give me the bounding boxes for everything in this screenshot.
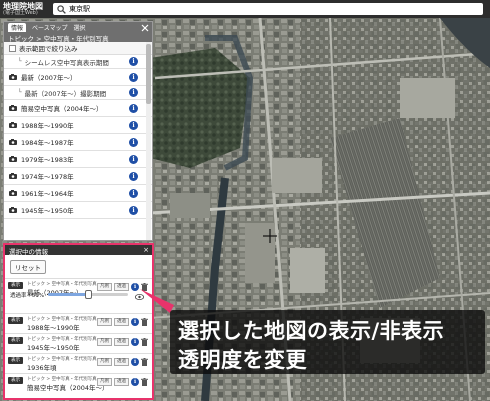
info-icon[interactable]: i [129, 137, 138, 147]
callout-pointer [140, 289, 174, 313]
camera-icon [9, 105, 17, 111]
close-icon[interactable]: × [143, 246, 149, 254]
info-icon[interactable]: i [131, 358, 139, 366]
transparency-button[interactable]: 透過 [114, 338, 129, 346]
layer-label: 1974年〜1978年 [21, 173, 74, 181]
sub-arrow-icon: └ [18, 58, 22, 65]
info-icon[interactable]: i [129, 154, 138, 164]
sub-arrow-icon: └ [18, 89, 22, 96]
visibility-toggle[interactable]: 表示 [8, 317, 23, 324]
info-icon[interactable]: i [129, 103, 138, 113]
layer-label: 1984年〜1987年 [21, 139, 74, 147]
selected-layers-panel: 選択中の情報 × リセット 表示 トピック > 空中写真・年代別写真 最新（20… [3, 243, 154, 400]
legend-button[interactable]: 凡例 [97, 358, 112, 366]
reset-button[interactable]: リセット [10, 260, 46, 274]
selected-item-1936: 表示 トピック > 空中写真・年代別写真 1936年頃 凡例 透過 i [5, 353, 152, 373]
selected-item-1945-1950: 表示 トピック > 空中写真・年代別写真 1945年〜1950年 凡例 透過 i [5, 333, 152, 353]
layer-item-1945-1950[interactable]: 1945年〜1950年 i [4, 202, 152, 219]
visibility-toggle[interactable]: 表示 [8, 357, 23, 364]
trash-icon[interactable] [141, 378, 148, 386]
layer-panel-header: 情報 ベースマップ 選択 トピック > 空中写真・年代別写真 [4, 22, 152, 43]
transparency-button[interactable]: 透過 [114, 358, 129, 366]
layer-item-latest[interactable]: 最新（2007年〜） i [4, 69, 152, 86]
opacity-slider-fill [48, 293, 89, 296]
narrow-checkbox[interactable] [9, 44, 16, 52]
info-icon[interactable]: i [129, 72, 138, 82]
layer-item-1961-1964[interactable]: 1961年〜1964年 i [4, 185, 152, 202]
layer-label: 簡易空中写真（2004年〜） [21, 105, 103, 113]
info-icon[interactable]: i [129, 188, 138, 198]
layer-label: 最新（2007年〜）撮影期間 [24, 89, 107, 98]
scrollbar-thumb[interactable] [146, 44, 151, 104]
info-icon[interactable]: i [129, 57, 138, 66]
camera-icon [9, 122, 17, 128]
search-box[interactable] [53, 3, 483, 15]
layer-label: 最新（2007年〜） [21, 74, 77, 82]
center-crosshair-icon [263, 229, 277, 243]
trash-icon[interactable] [141, 338, 148, 346]
visibility-toggle[interactable]: 表示 [8, 282, 23, 289]
legend-button[interactable]: 凡例 [97, 318, 112, 326]
layer-item-seamless-period[interactable]: └ シームレス空中写真表示期間 i [4, 55, 152, 69]
info-icon[interactable]: i [129, 88, 138, 97]
narrow-label: 表示範囲で絞り込み [19, 45, 78, 53]
selected-panel-header: 選択中の情報 × [5, 245, 152, 256]
opacity-label: 透過率 : 51% [10, 292, 45, 299]
info-icon[interactable]: i [131, 378, 139, 386]
breadcrumb[interactable]: トピック > 空中写真・年代別写真 [8, 33, 148, 43]
info-icon[interactable]: i [131, 318, 139, 326]
layer-item-1988-1990[interactable]: 1988年〜1990年 i [4, 117, 152, 134]
layer-label: 1961年〜1964年 [21, 190, 74, 198]
layer-item-1984-1987[interactable]: 1984年〜1987年 i [4, 134, 152, 151]
visibility-toggle[interactable]: 表示 [8, 377, 23, 384]
tab-selected[interactable]: 選択 [74, 23, 86, 32]
transparency-button[interactable]: 透過 [114, 378, 129, 386]
layer-label: 1945年〜1950年 [21, 207, 74, 215]
layer-item-1979-1983[interactable]: 1979年〜1983年 i [4, 151, 152, 168]
legend-button[interactable]: 凡例 [97, 378, 112, 386]
trash-icon[interactable] [141, 318, 148, 326]
layer-label: シームレス空中写真表示期間 [24, 58, 109, 67]
callout-line-2: 透明度を変更 [178, 348, 307, 372]
camera-icon [9, 74, 17, 80]
selected-item-simple-aerial: 表示 トピック > 空中写真・年代別写真 簡易空中写真（2004年〜） 凡例 透… [5, 373, 152, 397]
legend-button[interactable]: 凡例 [97, 338, 112, 346]
tab-info[interactable]: 情報 [8, 23, 27, 32]
camera-icon [9, 139, 17, 145]
layer-label: 1988年〜1990年 [21, 122, 74, 130]
camera-icon [9, 173, 17, 179]
info-icon[interactable]: i [129, 205, 138, 215]
narrow-by-view-toggle[interactable]: 表示範囲で絞り込み [4, 42, 152, 55]
panel-tabs: 情報 ベースマップ 選択 [8, 23, 148, 32]
close-icon[interactable] [141, 24, 149, 32]
layer-label: 1979年〜1983年 [21, 156, 74, 164]
callout-line-1: 選択した地図の表示/非表示 [178, 319, 445, 343]
trash-icon[interactable] [141, 358, 148, 366]
selected-item-1988-1990: 表示 トピック > 空中写真・年代別写真 1988年〜1990年 凡例 透過 i [5, 313, 152, 333]
info-icon[interactable]: i [131, 338, 139, 346]
camera-icon [9, 156, 17, 162]
opacity-slider[interactable] [48, 290, 129, 299]
annotation-callout: 選択した地図の表示/非表示 透明度を変更 [170, 310, 485, 374]
transparency-button[interactable]: 透過 [114, 318, 129, 326]
opacity-control: 透過率 : 51% [10, 290, 147, 299]
top-bar: 地理院地図 (電子国土Web) [0, 0, 490, 18]
app-logo[interactable]: 地理院地図 (電子国土Web) [0, 0, 52, 18]
info-icon[interactable]: i [129, 120, 138, 130]
opacity-slider-handle[interactable] [85, 290, 93, 299]
layer-item-1974-1978[interactable]: 1974年〜1978年 i [4, 168, 152, 185]
layer-item-simple-aerial[interactable]: 簡易空中写真（2004年〜） i [4, 100, 152, 117]
layer-item-latest-period[interactable]: └ 最新（2007年〜）撮影期間 i [4, 86, 152, 100]
tab-basemap[interactable]: ベースマップ [32, 23, 68, 32]
visibility-toggle[interactable]: 表示 [8, 337, 23, 344]
selected-panel-title: 選択中の情報 [9, 248, 48, 256]
info-icon[interactable]: i [129, 171, 138, 181]
search-input[interactable] [69, 4, 449, 14]
layer-panel: 情報 ベースマップ 選択 トピック > 空中写真・年代別写真 表示範囲で絞り込み… [3, 21, 153, 241]
camera-icon [9, 207, 17, 213]
camera-icon [9, 190, 17, 196]
search-icon[interactable] [57, 4, 66, 14]
app-subtitle: (電子国土Web) [3, 9, 38, 16]
